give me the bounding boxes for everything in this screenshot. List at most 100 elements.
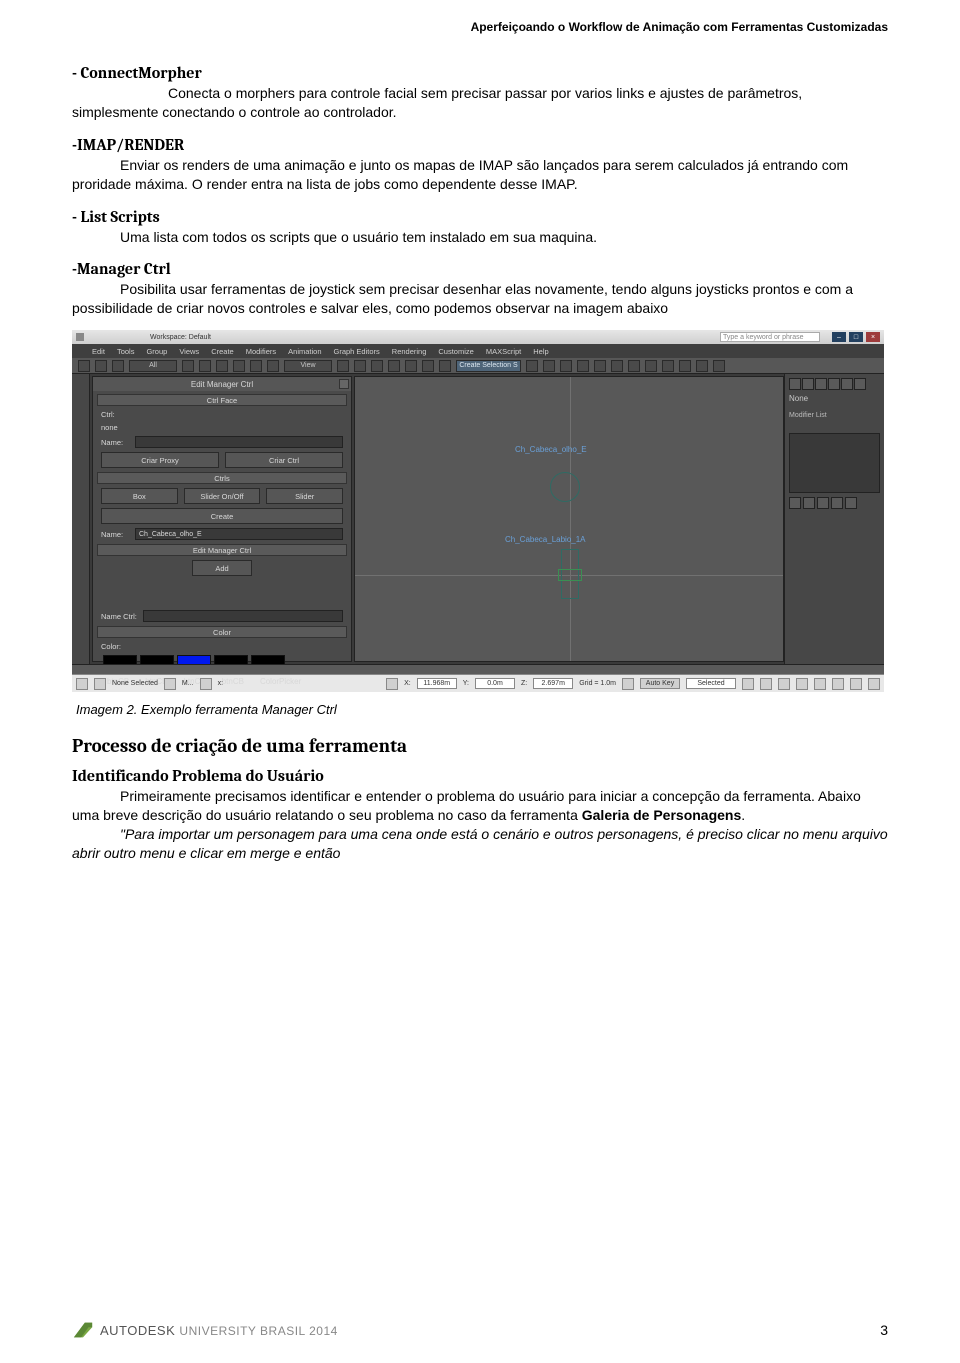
- tool-icon[interactable]: [526, 360, 538, 372]
- tool-icon[interactable]: [337, 360, 349, 372]
- tool-icon[interactable]: [560, 360, 572, 372]
- tool-icon[interactable]: [713, 360, 725, 372]
- timeline[interactable]: [72, 664, 884, 674]
- rollout-color[interactable]: Color: [97, 626, 347, 638]
- tool-icon[interactable]: [696, 360, 708, 372]
- coord-y[interactable]: 0.0m: [475, 678, 515, 689]
- tool-icon[interactable]: [611, 360, 623, 372]
- panel-tab[interactable]: [854, 378, 866, 390]
- viewport-shape-handle[interactable]: [558, 569, 582, 581]
- play-icon[interactable]: [760, 678, 772, 690]
- menu-item[interactable]: Rendering: [392, 347, 427, 356]
- panel-tab[interactable]: [789, 378, 801, 390]
- tool-icon[interactable]: [594, 360, 606, 372]
- menu-item[interactable]: Help: [533, 347, 548, 356]
- stack-icon[interactable]: [831, 497, 843, 509]
- tool-icon[interactable]: [371, 360, 383, 372]
- viewport-shape-circle[interactable]: [550, 472, 580, 502]
- name-input[interactable]: Ch_Cabeca_olho_E: [135, 528, 343, 540]
- panel-tab[interactable]: [828, 378, 840, 390]
- tool-icon[interactable]: [267, 360, 279, 372]
- status-icon[interactable]: [622, 678, 634, 690]
- menu-item[interactable]: Edit: [92, 347, 105, 356]
- minimize-button[interactable]: –: [832, 332, 846, 342]
- criar-proxy-button[interactable]: Criar Proxy: [101, 452, 219, 468]
- nav-icon[interactable]: [832, 678, 844, 690]
- search-input[interactable]: Type a keyword or phrase: [720, 332, 820, 342]
- tool-icon[interactable]: [354, 360, 366, 372]
- status-icon[interactable]: [200, 678, 212, 690]
- nav-icon[interactable]: [868, 678, 880, 690]
- auto-key-button[interactable]: Auto Key: [640, 678, 680, 689]
- tool-icon[interactable]: [216, 360, 228, 372]
- tool-icon[interactable]: [439, 360, 451, 372]
- rollout-ctrls[interactable]: Ctrls: [97, 472, 347, 484]
- menu-item[interactable]: Views: [179, 347, 199, 356]
- tool-icon[interactable]: [250, 360, 262, 372]
- status-icon[interactable]: [94, 678, 106, 690]
- create-button[interactable]: Create: [101, 508, 343, 524]
- create-selection-dropdown[interactable]: Create Selection S: [456, 360, 521, 372]
- play-icon[interactable]: [796, 678, 808, 690]
- rollout-ctrl-face[interactable]: Ctrl Face: [97, 394, 347, 406]
- close-icon[interactable]: [339, 379, 349, 389]
- tool-icon[interactable]: [543, 360, 555, 372]
- status-icon[interactable]: [386, 678, 398, 690]
- nav-icon[interactable]: [850, 678, 862, 690]
- panel-tab[interactable]: [815, 378, 827, 390]
- criar-ctrl-button[interactable]: Criar Ctrl: [225, 452, 343, 468]
- tool-icon[interactable]: [679, 360, 691, 372]
- namectrl-field[interactable]: [143, 610, 343, 622]
- menu-item[interactable]: Group: [146, 347, 167, 356]
- status-icon[interactable]: [76, 678, 88, 690]
- tool-icon[interactable]: [388, 360, 400, 372]
- tool-icon[interactable]: [112, 360, 124, 372]
- tool-icon[interactable]: [628, 360, 640, 372]
- modifier-stack[interactable]: [789, 433, 880, 493]
- filter-all-dropdown[interactable]: All: [129, 360, 177, 372]
- stack-icon[interactable]: [803, 497, 815, 509]
- coord-z[interactable]: 2.697m: [533, 678, 573, 689]
- menu-item[interactable]: Tools: [117, 347, 135, 356]
- tool-icon[interactable]: [662, 360, 674, 372]
- selected-dropdown[interactable]: Selected: [686, 678, 736, 689]
- lock-icon[interactable]: [164, 678, 176, 690]
- tool-icon[interactable]: [422, 360, 434, 372]
- tool-icon[interactable]: [405, 360, 417, 372]
- tool-icon[interactable]: [95, 360, 107, 372]
- tool-icon[interactable]: [182, 360, 194, 372]
- modifier-list-dropdown[interactable]: [789, 421, 880, 433]
- menu-item[interactable]: Graph Editors: [334, 347, 380, 356]
- view-dropdown[interactable]: View: [284, 360, 332, 372]
- menu-item[interactable]: Create: [211, 347, 234, 356]
- menu-item[interactable]: Modifiers: [246, 347, 276, 356]
- slider-button[interactable]: Slider: [266, 488, 343, 504]
- tool-icon[interactable]: [199, 360, 211, 372]
- workspace-label[interactable]: Workspace: Default: [150, 334, 211, 341]
- viewport[interactable]: Ch_Cabeca_olho_E Ch_Cabeca_Labio_1A: [354, 376, 784, 662]
- play-icon[interactable]: [742, 678, 754, 690]
- panel-title[interactable]: Edit Manager Ctrl: [93, 377, 351, 391]
- tool-icon[interactable]: [577, 360, 589, 372]
- box-button[interactable]: Box: [101, 488, 178, 504]
- stack-icon[interactable]: [845, 497, 857, 509]
- tool-icon[interactable]: [645, 360, 657, 372]
- menu-item[interactable]: Customize: [438, 347, 473, 356]
- panel-tab[interactable]: [802, 378, 814, 390]
- panel-tab[interactable]: [841, 378, 853, 390]
- maximize-button[interactable]: □: [849, 332, 863, 342]
- nav-icon[interactable]: [814, 678, 826, 690]
- name-field[interactable]: [135, 436, 343, 448]
- tool-icon[interactable]: [233, 360, 245, 372]
- close-button[interactable]: ×: [866, 332, 880, 342]
- slider-onoff-button[interactable]: Slider On/Off: [184, 488, 261, 504]
- play-icon[interactable]: [778, 678, 790, 690]
- tool-icon[interactable]: [78, 360, 90, 372]
- stack-icon[interactable]: [817, 497, 829, 509]
- coord-x[interactable]: 11.968m: [417, 678, 457, 689]
- menu-item[interactable]: Animation: [288, 347, 321, 356]
- stack-icon[interactable]: [789, 497, 801, 509]
- add-button[interactable]: Add: [192, 560, 252, 576]
- rollout-edit-manager[interactable]: Edit Manager Ctrl: [97, 544, 347, 556]
- menu-item[interactable]: MAXScript: [486, 347, 521, 356]
